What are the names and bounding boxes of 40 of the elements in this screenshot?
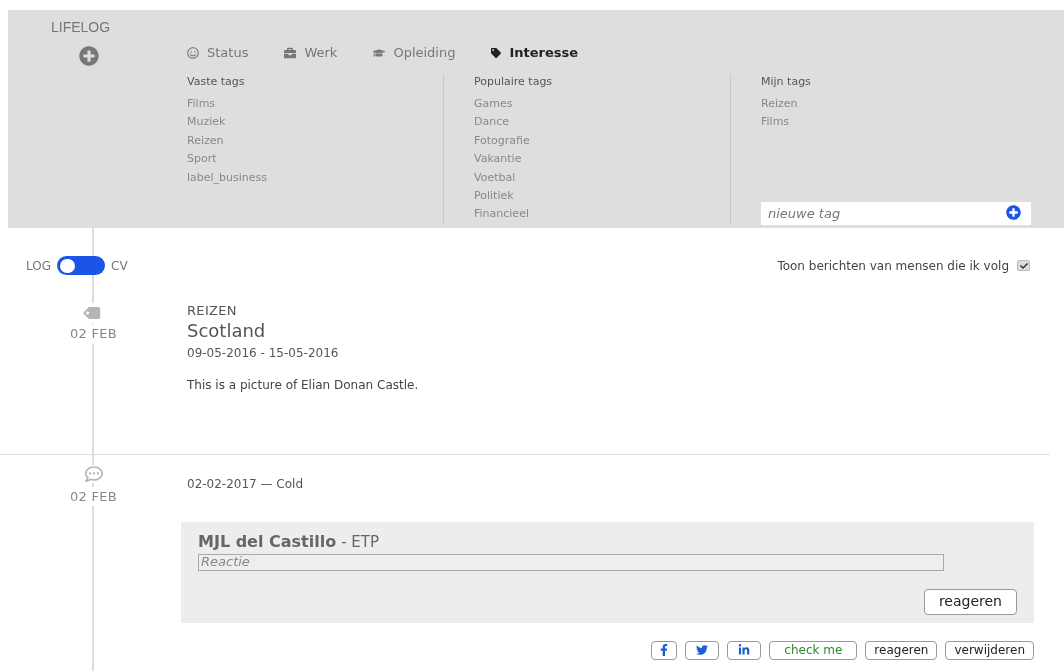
- entry-period: 09-05-2016 - 15-05-2016: [187, 344, 340, 362]
- tag-link[interactable]: Reizen: [761, 95, 798, 114]
- category-tab[interactable]: Opleiding: [373, 43, 456, 63]
- tag-link[interactable]: Games: [474, 95, 513, 114]
- tag-link[interactable]: Dance: [474, 113, 509, 132]
- reply-organisation: - ETP: [341, 531, 380, 553]
- category-tab[interactable]: Werk: [284, 43, 338, 63]
- app-title: LIFELOG: [51, 18, 111, 37]
- follow-filter-label: Toon berichten van mensen die ik volg: [777, 257, 1009, 275]
- category-tab[interactable]: Status: [187, 43, 249, 63]
- entry-meta: 02-02-2017 — Cold: [187, 475, 305, 493]
- tag-link[interactable]: Financieel: [474, 205, 529, 224]
- reply-author: MJL del Castillo: [198, 530, 337, 553]
- entry-title: Scotland: [187, 320, 267, 341]
- tag-link[interactable]: Vakantie: [474, 150, 522, 169]
- tag-column-title: Populaire tags: [474, 73, 554, 90]
- entry-date: 02 FEB: [69, 486, 118, 506]
- tag-link[interactable]: Reizen: [187, 131, 224, 151]
- tag-link[interactable]: Politiek: [474, 187, 514, 206]
- reply-field[interactable]: Reactie: [198, 553, 944, 571]
- entry-text: This is a picture of Elian Donan Castle.: [187, 376, 420, 394]
- tag-link[interactable]: Films: [761, 113, 790, 132]
- tag-link[interactable]: Muziek: [187, 113, 226, 132]
- category-tab[interactable]: Interesse: [491, 43, 579, 63]
- action-button[interactable]: reageren: [865, 640, 938, 660]
- new-tag-field[interactable]: nieuwe tag: [761, 201, 1031, 225]
- action-button[interactable]: verwijderen: [945, 640, 1034, 660]
- reply-button[interactable]: reageren: [923, 588, 1017, 615]
- tag-link[interactable]: label_business: [187, 168, 268, 188]
- tag-link[interactable]: Voetbal: [474, 168, 516, 188]
- tag-column-title: Vaste tags: [187, 73, 246, 90]
- entry-category: REIZEN: [187, 302, 238, 320]
- entry-date: 02 FEB: [69, 324, 118, 344]
- check-me-button[interactable]: check me: [769, 640, 858, 660]
- cv-label: CV: [111, 257, 128, 275]
- tag-link[interactable]: Films: [187, 95, 216, 114]
- tag-link[interactable]: Fotografie: [474, 131, 530, 151]
- tag-link[interactable]: Sport: [187, 150, 217, 169]
- tag-column-title: Mijn tags: [761, 73, 812, 90]
- log-label: LOG: [26, 257, 51, 275]
